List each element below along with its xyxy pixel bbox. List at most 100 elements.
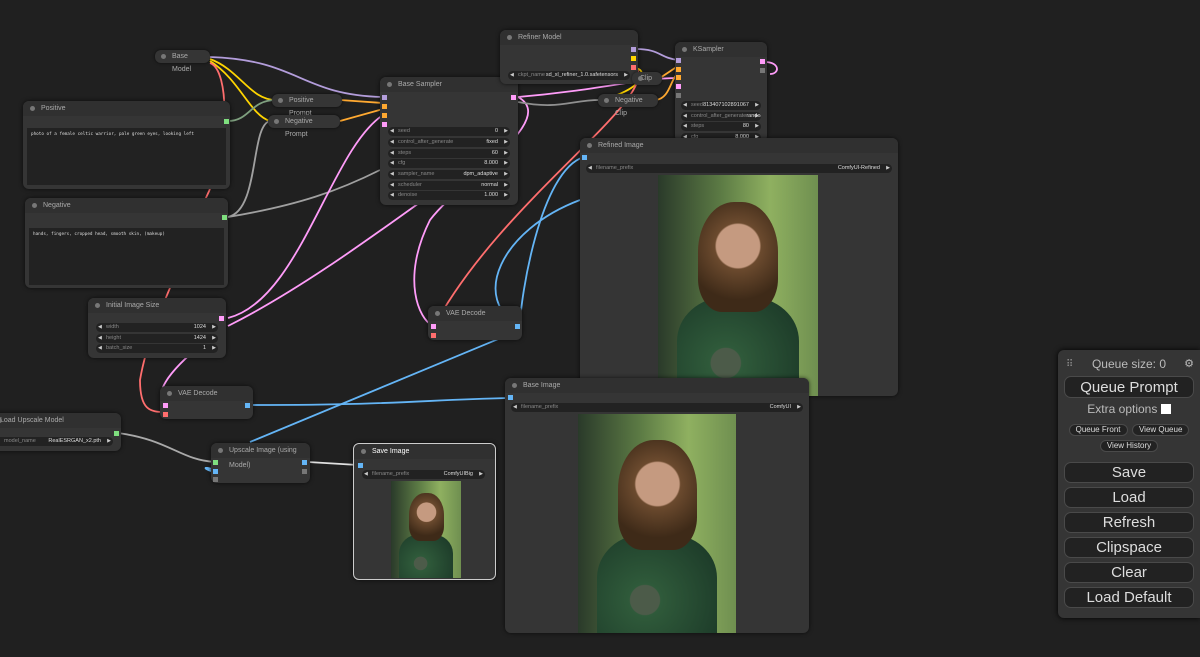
output-slot[interactable] (515, 324, 520, 329)
save-image-node[interactable]: Save Image filename_prefix ComfyUIBig (353, 443, 496, 580)
input-slot[interactable] (382, 113, 387, 118)
input-slot[interactable] (676, 58, 681, 63)
output-slot[interactable] (224, 119, 229, 124)
input-slot[interactable] (431, 324, 436, 329)
input-slot[interactable] (676, 93, 681, 98)
vae-decode-node[interactable]: VAE Decode (428, 306, 522, 340)
node-title: VAE Decode (160, 386, 253, 401)
widget-value: normal (481, 182, 498, 188)
sampler-widget[interactable]: sampler_name dpm_adaptive (388, 170, 510, 179)
seed-widget[interactable]: seed813407102891067 (681, 101, 761, 110)
output-slot[interactable] (302, 469, 307, 474)
input-slot[interactable] (431, 333, 436, 338)
steps-widget[interactable]: steps 80 (681, 122, 761, 131)
output-slot[interactable] (760, 59, 765, 64)
clip-node[interactable]: Clip (632, 72, 662, 85)
output-slot[interactable] (631, 47, 636, 52)
width-widget[interactable]: width 1024 (96, 323, 218, 332)
save-button[interactable]: Save (1064, 462, 1194, 483)
positive-prompt-node[interactable]: Positive Prompt (272, 94, 342, 117)
input-slot[interactable] (163, 403, 168, 408)
input-slot[interactable] (676, 84, 681, 89)
negative-node[interactable]: Negative hands, fingers, cropped head, s… (25, 198, 228, 288)
height-widget[interactable]: height 1424 (96, 334, 218, 343)
node-title: Refined Image (580, 138, 898, 153)
output-slot[interactable] (114, 431, 119, 436)
output-slot[interactable] (222, 215, 227, 220)
negative-prompt-node[interactable]: Negative Prompt (268, 115, 340, 138)
vae-decode-node[interactable]: VAE Decode (160, 386, 253, 419)
upscale-image-node[interactable]: Upscale Image (using Model) (211, 443, 310, 483)
input-slot[interactable] (213, 477, 218, 482)
output-slot[interactable] (760, 68, 765, 73)
filename-prefix-widget[interactable]: filename_prefix ComfyUI-Refined (586, 164, 892, 173)
input-slot[interactable] (213, 469, 218, 474)
initial-image-size-node[interactable]: Initial Image Size width1024 height1424 … (88, 298, 226, 358)
base-sampler-node[interactable]: Base Sampler seed 0 control_after_generat… (380, 77, 518, 205)
input-slot[interactable] (382, 104, 387, 109)
input-slot[interactable] (676, 67, 681, 72)
scheduler-widget[interactable]: scheduler normal (388, 181, 510, 190)
node-title: VAE Decode (428, 306, 522, 321)
input-slot[interactable] (213, 460, 218, 465)
output-slot[interactable] (302, 460, 307, 465)
refined-image-node[interactable]: Refined Image filename_prefix ComfyUI-Ref… (580, 138, 898, 396)
input-slot[interactable] (582, 155, 587, 160)
output-slot[interactable] (219, 316, 224, 321)
control-widget[interactable]: control_after_generaterandomize (681, 112, 761, 121)
extra-options: Extra options (1058, 402, 1200, 416)
gear-icon[interactable]: ⚙ (1184, 356, 1194, 373)
input-slot[interactable] (382, 122, 387, 127)
positive-node[interactable]: Positive photo of a female celtic warrio… (23, 101, 230, 189)
drag-handle-icon[interactable]: ⠿ (1066, 356, 1073, 373)
queue-front-button[interactable]: Queue Front (1068, 424, 1128, 436)
input-slot[interactable] (358, 463, 363, 468)
prompt-textarea[interactable]: hands, fingers, cropped head, smooth ski… (29, 228, 224, 285)
batch-size-widget[interactable]: batch_size 1 (96, 344, 218, 353)
prompt-textarea[interactable]: photo of a female celtic warrior, pale g… (27, 128, 226, 185)
base-image-preview[interactable] (578, 414, 736, 633)
extra-options-checkbox[interactable] (1160, 404, 1171, 414)
denoise-widget[interactable]: denoise 1.000 (388, 191, 510, 200)
refresh-button[interactable]: Refresh (1064, 512, 1194, 533)
ksampler-node[interactable]: KSampler seed813407102891067 control_aft… (675, 42, 767, 142)
clear-button[interactable]: Clear (1064, 562, 1194, 583)
output-slot[interactable] (511, 95, 516, 100)
negative-clip-node[interactable]: Negative Clip (598, 94, 658, 117)
view-history-button[interactable]: View History (1099, 440, 1159, 452)
input-slot[interactable] (508, 395, 513, 400)
save-image-preview[interactable] (391, 481, 461, 578)
output-slot[interactable] (631, 65, 636, 70)
node-title: Base Model (172, 53, 192, 73)
widget-label: scheduler (398, 182, 422, 188)
seed-widget[interactable]: seed 0 (388, 127, 510, 136)
refined-image-preview[interactable] (658, 175, 818, 396)
widget-label: filename_prefix (372, 471, 410, 477)
view-queue-button[interactable]: View Queue (1131, 424, 1190, 436)
filename-prefix-widget[interactable]: filename_prefix ComfyUIBig (362, 470, 485, 479)
extra-options-label: Extra options (1087, 402, 1158, 416)
load-default-button[interactable]: Load Default (1064, 587, 1194, 608)
input-slot[interactable] (676, 75, 681, 80)
output-slot[interactable] (631, 56, 636, 61)
widget-value: 1424 (193, 335, 206, 341)
queue-prompt-button[interactable]: Queue Prompt (1064, 376, 1194, 398)
base-image-node[interactable]: Base Image filename_prefix ComfyUI (505, 378, 809, 633)
steps-widget[interactable]: steps 60 (388, 149, 510, 158)
cfg-widget[interactable]: cfg 8.000 (388, 159, 510, 168)
model-name-widget[interactable]: model_name RealESRGAN_x2.pth (0, 437, 113, 446)
input-slot[interactable] (382, 95, 387, 100)
load-button[interactable]: Load (1064, 487, 1194, 508)
control-widget[interactable]: control_after_generate fixed (388, 138, 510, 147)
refiner-model-node[interactable]: Refiner Model ckpt_namesd_xl_refiner_1.0… (500, 30, 638, 84)
input-slot[interactable] (163, 412, 168, 417)
filename-prefix-widget[interactable]: filename_prefix ComfyUI (511, 403, 803, 412)
output-slot[interactable] (245, 403, 250, 408)
clipspace-button[interactable]: Clipspace (1064, 537, 1194, 558)
node-title: KSampler (675, 42, 767, 57)
load-upscale-model-node[interactable]: Load Upscale Model model_name RealESRGAN_… (0, 413, 121, 451)
ckpt-name-widget[interactable]: ckpt_namesd_xl_refiner_1.0.safetensors (508, 71, 630, 80)
widget-label: model_name (4, 438, 36, 444)
widget-label: control_after_generate (691, 113, 747, 119)
base-model-node[interactable]: Base Model (155, 50, 210, 73)
